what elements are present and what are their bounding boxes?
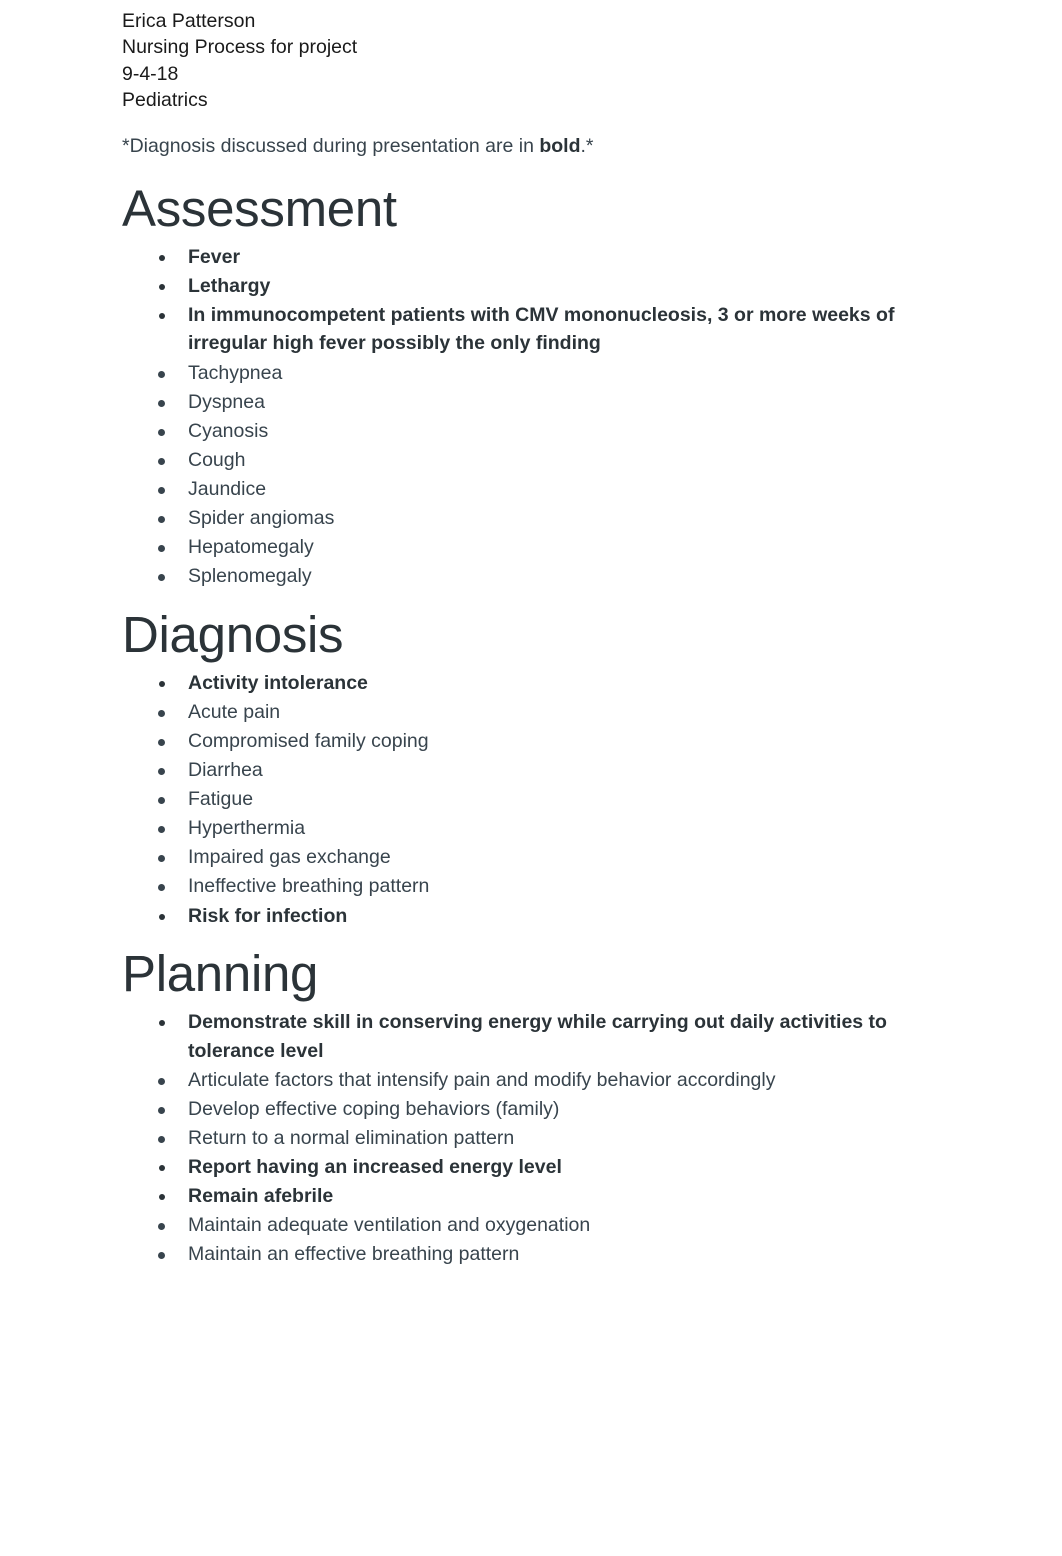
list-item: Spider angiomas: [122, 504, 966, 533]
list-item: Return to a normal elimination pattern: [122, 1124, 966, 1153]
list-item: Diarrhea: [122, 756, 966, 785]
list-item: Cyanosis: [122, 417, 966, 446]
list-item: Report having an increased energy level: [122, 1153, 966, 1182]
list-item: Fatigue: [122, 785, 966, 814]
assessment-list: Fever Lethargy In immunocompetent patients…: [122, 243, 966, 591]
list-item: Risk for infection: [122, 902, 966, 931]
header-line-assignment: Nursing Process for project: [122, 36, 358, 59]
list-item: Demonstrate skill in conserving energy w…: [122, 1008, 966, 1065]
list-item: Maintain adequate ventilation and oxygen…: [122, 1211, 966, 1240]
list-item: Compromised family coping: [122, 727, 966, 756]
list-item: Dyspnea: [122, 388, 966, 417]
list-item: Hepatomegaly: [122, 533, 966, 562]
header-line-course: Pediatrics: [122, 88, 208, 111]
list-item: Cough: [122, 446, 966, 475]
header-line-author: Erica Patterson: [122, 10, 256, 32]
list-item: Splenomegaly: [122, 562, 966, 591]
list-item: Activity intolerance: [122, 669, 966, 698]
list-item: Remain afebrile: [122, 1182, 966, 1211]
note-prefix: *Diagnosis discussed during presentation…: [122, 135, 540, 158]
list-item: Impaired gas exchange: [122, 843, 966, 872]
note-suffix: .*: [580, 135, 594, 158]
list-item: Fever: [122, 243, 966, 272]
list-item: Jaundice: [122, 475, 966, 504]
note-emphasis: bold: [539, 135, 581, 158]
planning-list: Demonstrate skill in conserving energy w…: [122, 1008, 966, 1269]
section-heading-diagnosis: Diagnosis: [122, 605, 344, 663]
section-heading-planning: Planning: [122, 945, 319, 1003]
header-line-date: 9-4-18: [122, 62, 179, 85]
section-heading-assessment: Assessment: [122, 179, 397, 237]
list-item: Articulate factors that intensify pain a…: [122, 1066, 966, 1095]
diagnosis-list: Activity intolerance Acute pain Compromise…: [122, 669, 966, 930]
list-item: Develop effective coping behaviors (fami…: [122, 1095, 966, 1124]
list-item: Acute pain: [122, 698, 966, 727]
document-header: Erica Patterson Nursing Process for proj…: [122, 8, 966, 113]
list-item: Tachypnea: [122, 359, 966, 388]
list-item: In immunocompetent patients with CMV mon…: [122, 301, 966, 358]
list-item: Ineffective breathing pattern: [122, 872, 966, 901]
document-page: Erica Patterson Nursing Process for proj…: [0, 0, 1062, 1556]
list-item: Hyperthermia: [122, 814, 966, 843]
bold-legend-note: *Diagnosis discussed during presentation…: [122, 133, 966, 159]
list-item: Lethargy: [122, 272, 966, 301]
list-item: Maintain an effective breathing pattern: [122, 1240, 966, 1269]
